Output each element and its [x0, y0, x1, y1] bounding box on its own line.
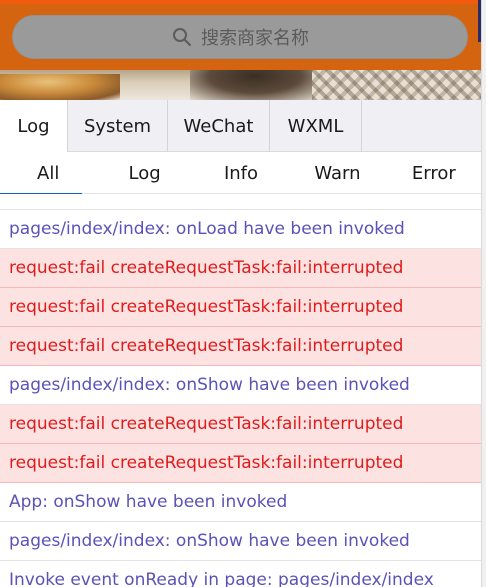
log-row: App: onShow have been invoked: [0, 483, 482, 522]
log-row: request:fail createRequestTask:fail:inte…: [0, 327, 482, 366]
food-banner-image: [0, 70, 482, 100]
log-row: pages/index/index: onShow have been invo…: [0, 522, 482, 561]
log-row: pages/index/index: onShow have been invo…: [0, 366, 482, 405]
log-row: request:fail createRequestTask:fail:inte…: [0, 288, 482, 327]
filter-all[interactable]: All: [0, 152, 96, 195]
scroll-edge: [481, 0, 486, 587]
tab-wxml[interactable]: WXML: [270, 100, 362, 152]
filter-log[interactable]: Log: [96, 152, 192, 194]
filter-info[interactable]: Info: [193, 152, 289, 194]
app-header: 搜索商家名称: [0, 0, 482, 100]
tab-wechat[interactable]: WeChat: [168, 100, 270, 152]
search-bar[interactable]: 搜索商家名称: [12, 15, 468, 59]
header-top-line: [0, 0, 482, 4]
console-tabs: Log System WeChat WXML: [0, 100, 482, 152]
tab-log[interactable]: Log: [0, 100, 68, 152]
log-row: request:fail createRequestTask:fail:inte…: [0, 444, 482, 483]
log-row: Invoke event onReady in page: pages/inde…: [0, 561, 482, 587]
filter-error[interactable]: Error: [386, 152, 482, 194]
log-row: pages/index/index: onLoad have been invo…: [0, 210, 482, 249]
search-icon: [171, 26, 193, 48]
banner-tablecloth: [312, 70, 482, 100]
log-row: request:fail createRequestTask:fail:inte…: [0, 405, 482, 444]
banner-bowl-right: [190, 70, 320, 100]
search-placeholder: 搜索商家名称: [201, 28, 309, 49]
log-row: request:fail createRequestTask:fail:inte…: [0, 249, 482, 288]
log-level-filters: All Log Info Warn Error: [0, 152, 482, 195]
log-list[interactable]: pages/index/index: onLoad have been invo…: [0, 194, 482, 587]
tab-system[interactable]: System: [68, 100, 168, 152]
banner-bowl-left: [0, 74, 120, 100]
filter-warn[interactable]: Warn: [289, 152, 385, 194]
log-row-partial: [0, 194, 482, 210]
